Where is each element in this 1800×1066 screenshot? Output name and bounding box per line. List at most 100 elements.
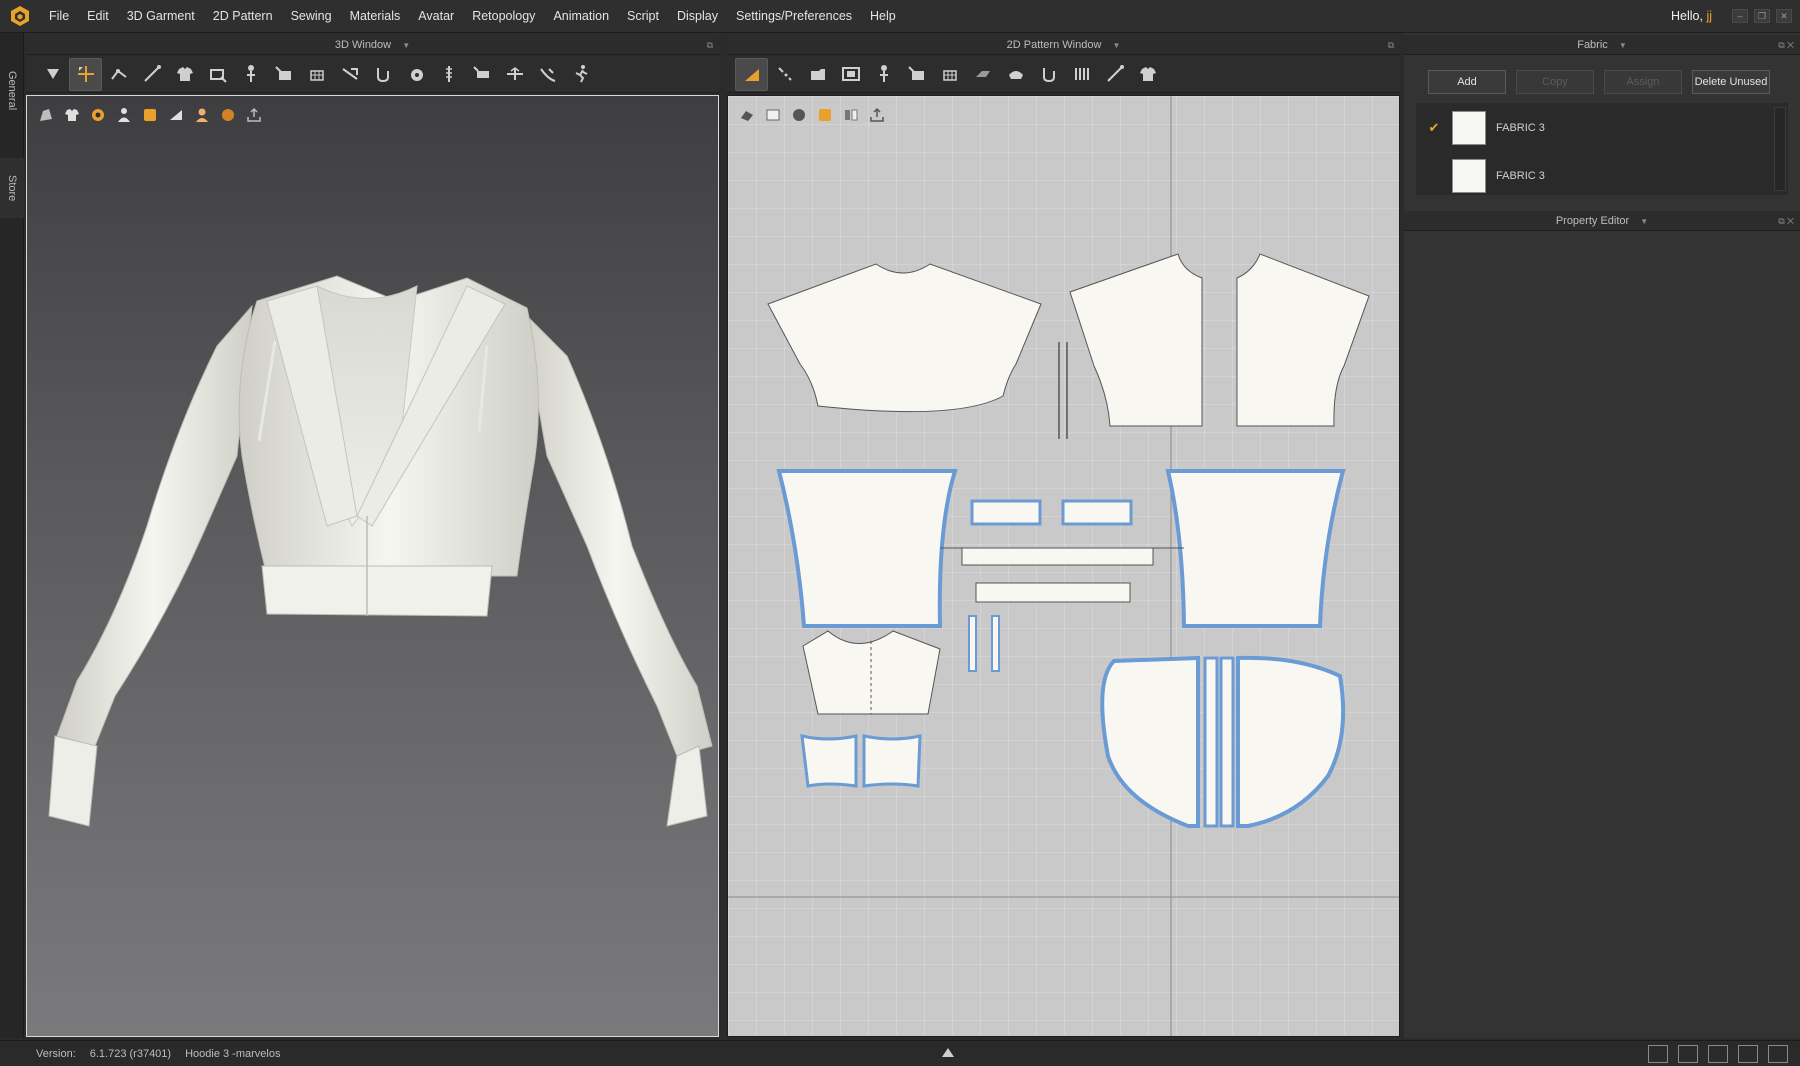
pattern-waistband-2 (975, 582, 1131, 603)
pressure-icon[interactable] (498, 58, 531, 91)
menu-edit[interactable]: Edit (78, 9, 118, 23)
chevron-down-icon[interactable]: ▼ (1640, 217, 1648, 226)
assign-fabric-button[interactable]: Assign (1604, 70, 1682, 94)
version-label: Version: (36, 1047, 76, 1060)
panel-title-fabric: Fabric ▼ ⧉ ✕ (1404, 35, 1800, 55)
menu-2d-pattern[interactable]: 2D Pattern (204, 9, 282, 23)
button-icon[interactable] (999, 58, 1032, 91)
property-editor-body (1404, 233, 1800, 1038)
panel-title-2d-pattern-window: 2D Pattern Window ▼ ⧉ (727, 35, 1400, 55)
segment-sewing-icon[interactable] (900, 58, 933, 91)
rectangle-icon[interactable] (801, 58, 834, 91)
list-item[interactable]: ✔ FABRIC 3 (1416, 105, 1776, 151)
menu-file[interactable]: File (40, 9, 78, 23)
transform-icon[interactable] (69, 57, 102, 91)
button-icon[interactable] (399, 58, 432, 91)
close-icon[interactable]: ✕ (1776, 9, 1792, 23)
fabric-2d-icon[interactable] (814, 104, 836, 126)
copy-fabric-button[interactable]: Copy (1516, 70, 1594, 94)
panel-title-2d-window-label: 2D Pattern Window (1006, 39, 1102, 51)
rotate-icon[interactable] (201, 58, 234, 91)
status-bar: Version: 6.1.723 (r37401) Hoodie 3 -marv… (0, 1040, 1800, 1066)
pattern-cuff-right (1061, 499, 1133, 526)
layout-custom-icon[interactable] (1768, 1045, 1788, 1063)
garment-icon[interactable] (1131, 58, 1164, 91)
panel-close-icon[interactable]: ⧉ ✕ (1778, 211, 1794, 231)
tack-icon[interactable] (333, 58, 366, 91)
strengthen-icon[interactable] (531, 58, 564, 91)
user-name[interactable]: jj (1706, 9, 1712, 23)
grid-2d-icon[interactable] (840, 104, 862, 126)
texture-2d-icon[interactable] (762, 104, 784, 126)
restore-icon[interactable]: ❐ (1754, 9, 1770, 23)
window-controls: – ❐ ✕ (1732, 9, 1792, 23)
menu-help[interactable]: Help (861, 9, 905, 23)
garment-fit-icon[interactable] (168, 58, 201, 91)
pattern-hood-strip-1 (1203, 656, 1219, 828)
app-logo-icon[interactable] (0, 0, 40, 33)
delete-unused-button[interactable]: Delete Unused (1692, 70, 1770, 94)
menu-avatar[interactable]: Avatar (409, 9, 463, 23)
add-fabric-button[interactable]: Add (1428, 70, 1506, 94)
layout-split-icon[interactable] (1678, 1045, 1698, 1063)
measure-icon[interactable] (465, 58, 498, 91)
fabric-list-scrollbar[interactable] (1774, 107, 1786, 191)
free-sewing-icon[interactable] (300, 58, 333, 91)
pin-icon[interactable] (234, 58, 267, 91)
info-badge-icon[interactable] (788, 104, 810, 126)
fold-icon[interactable] (366, 58, 399, 91)
menu-sewing[interactable]: Sewing (282, 9, 341, 23)
side-tab-general[interactable]: General (0, 61, 24, 121)
chevron-down-icon[interactable]: ▼ (1619, 41, 1627, 50)
panel-close-icon[interactable]: ⧉ ✕ (1778, 35, 1794, 55)
measure-icon[interactable] (1098, 58, 1131, 91)
chevron-down-icon[interactable]: ▼ (402, 41, 410, 50)
layout-single-icon[interactable] (1648, 1045, 1668, 1063)
pleat-icon[interactable] (1065, 58, 1098, 91)
layout-three-icon[interactable] (1708, 1045, 1728, 1063)
menu-retopology[interactable]: Retopology (463, 9, 544, 23)
list-item[interactable]: FABRIC 3 (1416, 153, 1776, 195)
layout-quad-icon[interactable] (1738, 1045, 1758, 1063)
fabric-toolbar: Add Copy Assign Delete Unused (1404, 63, 1800, 101)
pattern-hood-strip-2 (1219, 656, 1235, 828)
internal-rectangle-icon[interactable] (834, 58, 867, 91)
layout-buttons (1648, 1045, 1788, 1063)
pattern-display-icon[interactable] (736, 104, 758, 126)
side-tab-store[interactable]: Store (0, 158, 24, 218)
edit-pattern-icon[interactable] (102, 58, 135, 91)
menu-3d-garment[interactable]: 3D Garment (118, 9, 204, 23)
viewport-3d[interactable] (26, 95, 719, 1037)
export-2d-icon[interactable] (866, 104, 888, 126)
avatar-pose-icon[interactable] (564, 58, 597, 91)
minimize-icon[interactable]: – (1732, 9, 1748, 23)
edit-curve-icon[interactable] (135, 58, 168, 91)
greeting-text: Hello, (1670, 9, 1703, 23)
edit-pattern-icon[interactable] (768, 58, 801, 91)
zipper-icon[interactable] (432, 58, 465, 91)
pattern-pieces (728, 96, 1399, 1036)
expand-up-icon[interactable] (942, 1048, 954, 1057)
menu-bar: File Edit 3D Garment 2D Pattern Sewing M… (0, 0, 1800, 33)
menu-animation[interactable]: Animation (544, 9, 618, 23)
sewing-icon[interactable] (867, 58, 900, 91)
viewport-2d-pattern[interactable] (727, 95, 1400, 1037)
transform-pattern-icon[interactable] (735, 57, 768, 91)
chevron-down-icon[interactable]: ▼ (1112, 41, 1120, 50)
menu-materials[interactable]: Materials (341, 9, 410, 23)
pattern-back-bodice (767, 263, 1042, 413)
free-sewing-icon[interactable] (933, 58, 966, 91)
zipper-icon[interactable] (1032, 58, 1065, 91)
undock-icon[interactable]: ⧉ (707, 35, 713, 55)
menu-display[interactable]: Display (668, 9, 727, 23)
pattern-band-left (800, 734, 858, 788)
hoodie-3d-render (48, 275, 713, 827)
fold-icon[interactable] (966, 58, 999, 91)
segment-sewing-icon[interactable] (267, 58, 300, 91)
file-name: Hoodie 3 -marvelos (185, 1047, 281, 1060)
undock-icon[interactable]: ⧉ (1388, 35, 1394, 55)
menu-settings-preferences[interactable]: Settings/Preferences (727, 9, 861, 23)
fabric-swatch (1452, 111, 1486, 145)
select-move-icon[interactable] (36, 58, 69, 91)
menu-script[interactable]: Script (618, 9, 668, 23)
